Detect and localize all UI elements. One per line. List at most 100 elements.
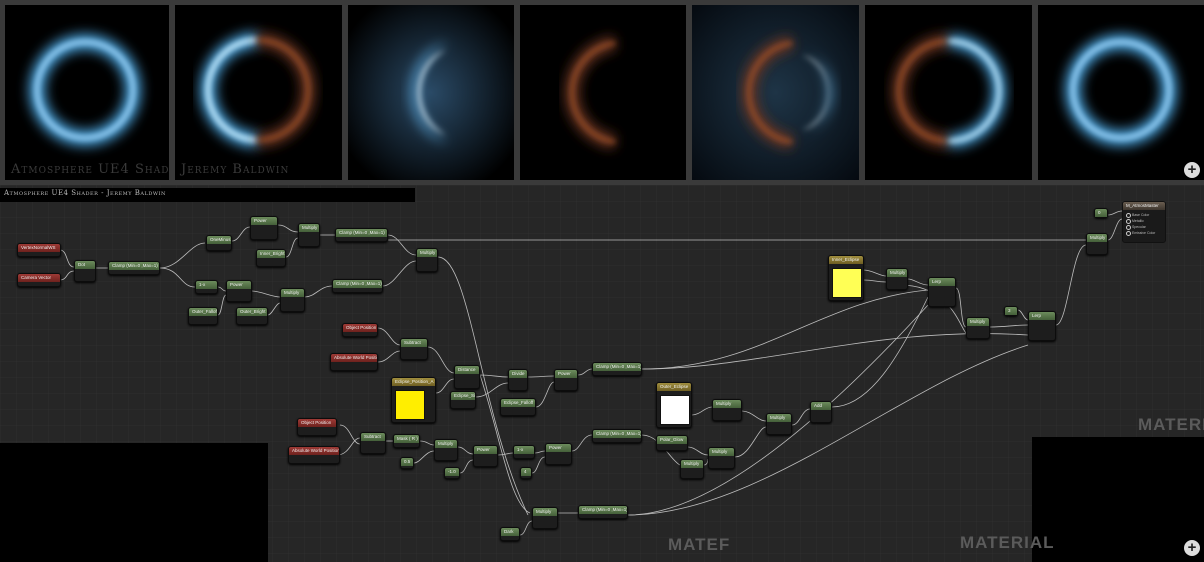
plus-circle-icon[interactable]: +	[1184, 162, 1200, 178]
node-one-minus-2[interactable]: 1-x	[195, 280, 218, 294]
node-dark[interactable]: Dark	[500, 527, 520, 541]
preview-tile-5[interactable]	[692, 5, 859, 180]
material-graph[interactable]: Atmosphere UE4 Shader - Jeremy Baldwin M…	[0, 185, 1204, 562]
node-title: 1-x	[196, 281, 217, 289]
node-abs-world-position-2[interactable]: Absolute World Position	[288, 446, 340, 464]
node-lerp-1[interactable]: Lerp	[928, 277, 956, 307]
node-title: Multiply	[281, 289, 304, 297]
overlay-left	[0, 443, 268, 562]
overlay-right	[1032, 437, 1204, 562]
node-title: Inner_Eclipse	[829, 256, 863, 264]
node-title: VertexNormalWS	[18, 244, 60, 252]
color-swatch-white	[660, 395, 690, 425]
node-value-4[interactable]: 4	[520, 467, 532, 479]
node-subtract-2[interactable]: Subtract	[360, 432, 386, 454]
node-object-position-1[interactable]: Object Position	[342, 323, 378, 337]
node-mask[interactable]: Mask ( R )	[393, 434, 420, 448]
node-title: Dot	[75, 261, 95, 269]
node-title: 1-x	[514, 446, 534, 454]
bg-label-right: MATERIA	[1138, 415, 1204, 434]
node-title: Inner_Bright	[257, 250, 285, 258]
node-lerp-2[interactable]: Lerp	[1028, 311, 1056, 341]
node-outer-eclipse-color[interactable]: Outer_Eclipse	[656, 382, 692, 428]
node-dot[interactable]: Dot	[74, 260, 96, 282]
node-value-3[interactable]: 3	[1004, 306, 1018, 316]
node-outer-falloff[interactable]: Outer_Falloff	[188, 307, 218, 325]
preview-tile-6[interactable]	[865, 5, 1032, 180]
node-multiply-final[interactable]: Multiply	[1086, 233, 1108, 255]
node-multiply-1[interactable]: Multiply	[298, 223, 320, 247]
preview-tile-1[interactable]: Atmosphere UE4 Shader	[5, 5, 169, 180]
node-clamp-6[interactable]: Clamp (Min=0 ,Max=1)	[578, 505, 628, 519]
graph-title: Atmosphere UE4 Shader - Jeremy Baldwin	[4, 189, 166, 197]
node-one-minus-3[interactable]: 1-x	[513, 445, 535, 459]
node-one-minus-1[interactable]: OneMinus	[206, 235, 232, 251]
preview-tile-4[interactable]	[520, 5, 686, 180]
node-title: Clamp (Min=0 ,Max=1)	[579, 506, 627, 514]
node-value-05[interactable]: 0.5	[400, 457, 414, 469]
node-title: Multiply	[417, 249, 437, 257]
node-title: 3	[1005, 307, 1017, 315]
node-power-1[interactable]: Power	[250, 216, 278, 240]
node-multiply-4[interactable]: Multiply	[434, 439, 458, 461]
node-value-neg1[interactable]: -1.0	[444, 467, 460, 479]
node-inner-bright[interactable]: Inner_Bright	[256, 249, 286, 267]
node-polar-glow[interactable]: Polar_Glow	[656, 435, 688, 451]
preview-tile-7[interactable]	[1038, 5, 1204, 180]
node-power-2[interactable]: Power	[226, 280, 252, 302]
node-object-position-2[interactable]: Object Position	[297, 418, 337, 436]
node-camera-vector[interactable]: Camera Vector	[17, 273, 61, 287]
node-multiply-5[interactable]: Multiply	[532, 507, 558, 529]
node-power-4[interactable]: Power	[473, 445, 498, 467]
node-multiply-9[interactable]: Multiply	[766, 413, 792, 435]
node-distance[interactable]: Distance	[454, 365, 480, 389]
node-title: Clamp (Min=0 ,Max=1)	[109, 262, 159, 270]
node-add[interactable]: Add	[810, 401, 832, 423]
node-title: Power	[227, 281, 251, 289]
node-eclipse-position[interactable]: Eclipse_Position_A	[391, 377, 436, 423]
node-clamp-5[interactable]: Clamp (Min=0 ,Max=1)	[592, 429, 642, 443]
node-multiply-2[interactable]: Multiply	[280, 288, 305, 312]
material-pin[interactable]: Emissive Color	[1126, 230, 1162, 236]
preview-tile-3[interactable]	[348, 5, 514, 180]
node-clamp-4[interactable]: Clamp (Min=0 ,Max=1)	[592, 362, 642, 376]
node-title: 0.5	[401, 458, 413, 466]
node-clamp-3[interactable]: Clamp (Min=0 ,Max=1)	[332, 279, 383, 293]
node-outer-bright[interactable]: Outer_Bright	[236, 307, 268, 325]
node-power-5[interactable]: Power	[545, 443, 572, 465]
node-eclipse-size[interactable]: Eclipse_Size	[450, 391, 476, 409]
node-power-3[interactable]: Power	[554, 369, 578, 391]
bg-label-bottom-mid: MATERIAL	[960, 533, 1055, 552]
preview-tile-2[interactable]: Jeremy Baldwin	[175, 5, 342, 180]
node-clamp-1[interactable]: Clamp (Min=0 ,Max=1)	[108, 261, 160, 275]
node-multiply-8[interactable]: Multiply	[708, 447, 735, 469]
watermark-left: Atmosphere UE4 Shader	[11, 162, 169, 177]
node-title: Multiply	[1087, 234, 1107, 242]
node-title: Multiply	[681, 460, 703, 468]
node-multiply-10[interactable]: Multiply	[886, 268, 908, 290]
node-title: Absolute World Position	[289, 447, 339, 455]
node-title: Multiply	[709, 448, 734, 456]
node-eclipse-falloff[interactable]: Eclipse_Falloff	[500, 398, 536, 416]
node-multiply-6[interactable]: Multiply	[712, 399, 742, 421]
node-title: Multiply	[435, 440, 457, 448]
node-multiply-11[interactable]: Multiply	[966, 317, 990, 339]
node-abs-world-position-1[interactable]: Absolute World Position	[330, 353, 378, 371]
node-multiply-7[interactable]: Multiply	[680, 459, 704, 479]
node-title: Polar_Glow	[657, 436, 687, 444]
node-title: Clamp (Min=0 ,Max=1)	[593, 363, 641, 371]
node-title: Eclipse_Position_A	[392, 378, 435, 386]
node-title: Multiply	[533, 508, 557, 516]
node-subtract-1[interactable]: Subtract	[400, 338, 428, 360]
node-vertex-normal[interactable]: VertexNormalWS	[17, 243, 61, 257]
bg-label-bottom-left: MATEF	[668, 535, 731, 554]
node-multiply-3[interactable]: Multiply	[416, 248, 438, 272]
plus-circle-icon[interactable]: +	[1184, 540, 1200, 556]
node-divide[interactable]: Divide	[508, 369, 528, 391]
node-title: Multiply	[767, 414, 791, 422]
node-title: Clamp (Min=0 ,Max=1)	[333, 280, 382, 288]
node-inner-eclipse-color[interactable]: Inner_Eclipse	[828, 255, 864, 301]
node-clamp-2[interactable]: Clamp (Min=0 ,Max=1)	[335, 228, 388, 242]
node-material-output[interactable]: M_AtmosMaster Base Color Metallic Specular…	[1122, 201, 1166, 243]
node-value-0[interactable]: 0	[1094, 208, 1108, 218]
